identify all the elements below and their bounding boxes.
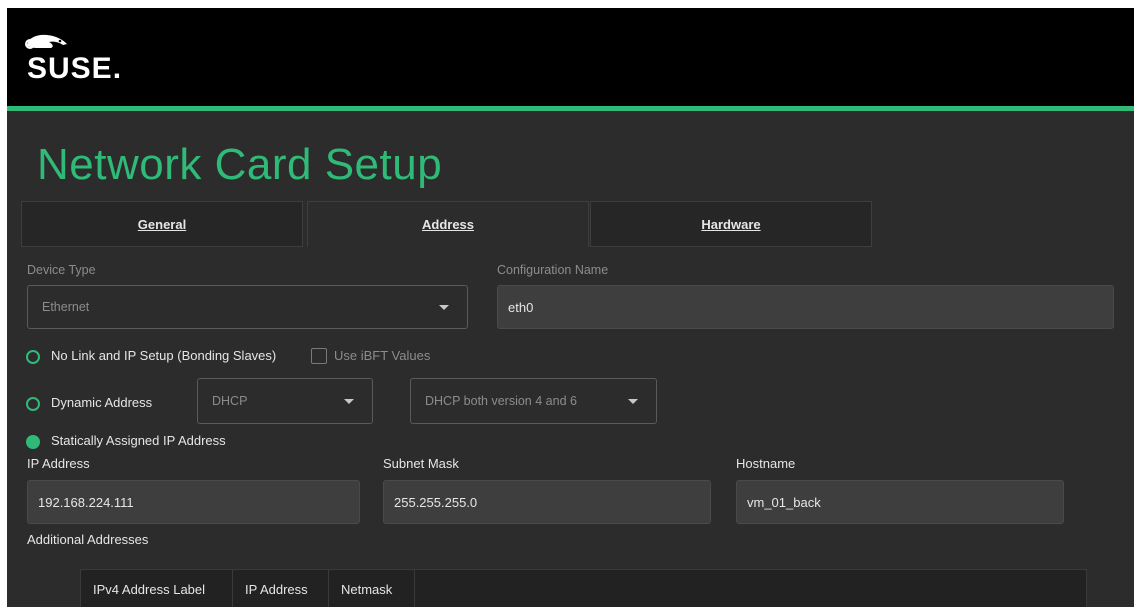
configuration-name-input[interactable]: eth0 xyxy=(497,285,1114,329)
subnet-mask-value: 255.255.255.0 xyxy=(394,494,478,510)
page-title: Network Card Setup xyxy=(37,140,443,189)
tab-hardware-label: Hardware xyxy=(701,216,761,232)
ip-address-value: 192.168.224.111 xyxy=(38,494,134,510)
use-ibft-checkbox[interactable] xyxy=(311,348,327,364)
use-ibft-label: Use iBFT Values xyxy=(334,348,431,363)
tab-general[interactable]: General xyxy=(21,201,303,247)
installer-window: SUSE. Network Card Setup General Address… xyxy=(7,8,1134,607)
configuration-name-value: eth0 xyxy=(508,299,534,315)
subnet-mask-input[interactable]: 255.255.255.0 xyxy=(383,480,711,524)
dynamic-address-label: Dynamic Address xyxy=(51,395,153,410)
tab-hardware[interactable]: Hardware xyxy=(590,201,872,247)
column-header-netmask[interactable]: Netmask xyxy=(329,570,415,607)
configuration-name-label: Configuration Name xyxy=(497,263,609,277)
chevron-down-icon xyxy=(439,305,449,310)
hostname-value: vm_01_back xyxy=(747,494,821,510)
no-link-radio[interactable] xyxy=(26,350,40,364)
dynamic-address-radio[interactable] xyxy=(26,397,40,411)
additional-addresses-label: Additional Addresses xyxy=(27,532,149,547)
dhcp-mode-value: DHCP xyxy=(212,394,248,408)
column-header-ipv4-label[interactable]: IPv4 Address Label xyxy=(81,570,233,607)
device-type-value: Ethernet xyxy=(42,300,90,314)
tab-address[interactable]: Address xyxy=(307,201,589,247)
hostname-input[interactable]: vm_01_back xyxy=(736,480,1064,524)
tab-address-label: Address xyxy=(421,217,475,232)
chevron-down-icon xyxy=(344,399,354,404)
chameleon-icon xyxy=(25,34,67,49)
no-link-label: No Link and IP Setup (Bonding Slaves) xyxy=(51,348,277,363)
dhcp-mode-select[interactable]: DHCP xyxy=(197,378,373,424)
hostname-label: Hostname xyxy=(736,456,796,471)
static-address-radio[interactable] xyxy=(26,435,40,449)
tab-general-label: General xyxy=(137,216,187,232)
suse-logo: SUSE. xyxy=(23,32,173,92)
subnet-mask-label: Subnet Mask xyxy=(383,456,459,471)
device-type-select[interactable]: Ethernet xyxy=(27,285,468,329)
header-bar: SUSE. xyxy=(7,8,1134,106)
dhcp-version-value: DHCP both version 4 and 6 xyxy=(425,394,577,408)
logo-text: SUSE. xyxy=(27,52,123,85)
accent-divider xyxy=(7,106,1134,111)
additional-addresses-table[interactable]: IPv4 Address Label IP Address Netmask xyxy=(80,569,1087,607)
ip-address-input[interactable]: 192.168.224.111 xyxy=(27,480,360,524)
column-header-ip-address[interactable]: IP Address xyxy=(233,570,329,607)
dhcp-version-select[interactable]: DHCP both version 4 and 6 xyxy=(410,378,657,424)
static-address-label: Statically Assigned IP Address xyxy=(51,433,226,448)
device-type-label: Device Type xyxy=(27,263,96,277)
ip-address-label: IP Address xyxy=(27,456,90,471)
chevron-down-icon xyxy=(628,399,638,404)
